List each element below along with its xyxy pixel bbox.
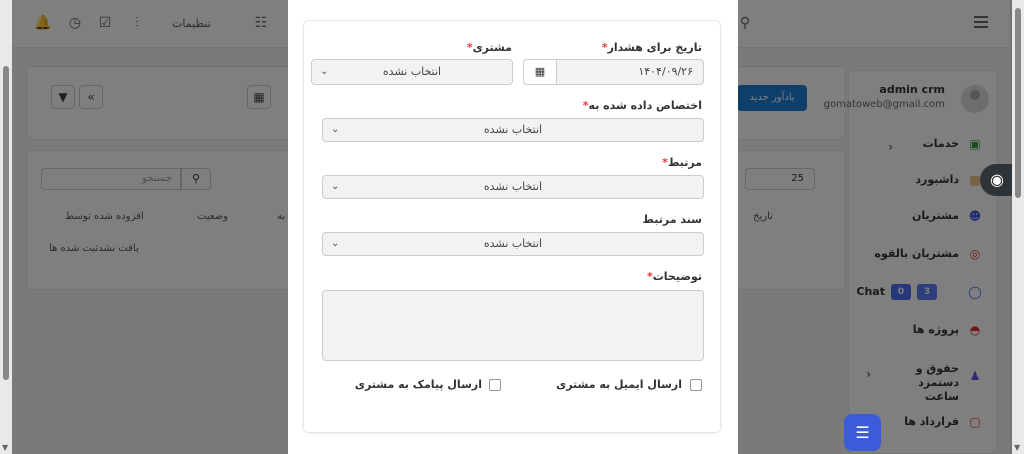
select-value: انتخاب نشده — [483, 123, 543, 136]
left-scrollbar[interactable]: ▼ — [0, 0, 12, 454]
send-sms-label[interactable]: ارسال پیامک به مشتری — [355, 378, 482, 391]
reminder-date-label: *تاریخ برای هشدار — [601, 41, 702, 54]
related-doc-label: سند مرتبط — [642, 213, 702, 226]
chevron-down-icon: ⌄ — [331, 181, 340, 192]
assigned-to-select[interactable]: ⌄ انتخاب نشده — [322, 118, 704, 142]
related-select[interactable]: ⌄ انتخاب نشده — [322, 175, 704, 199]
send-sms-checkbox[interactable] — [489, 379, 501, 391]
reminder-date-input[interactable]: ۱۴۰۴/۰۹/۲۶ — [556, 59, 704, 85]
scroll-down-icon[interactable]: ▼ — [2, 443, 8, 452]
send-email-label[interactable]: ارسال ایمیل به مشتری — [556, 378, 682, 391]
select-value: انتخاب نشده — [483, 180, 543, 193]
customer-label: *مشتری — [466, 41, 512, 54]
description-textarea[interactable] — [322, 290, 704, 361]
right-scrollbar[interactable]: ▼ — [1012, 0, 1024, 454]
chevron-down-icon: ⌄ — [331, 238, 340, 249]
related-doc-select[interactable]: ⌄ انتخاب نشده — [322, 232, 704, 256]
related-label: *مرتبط — [662, 156, 702, 169]
chat-fab-icon[interactable]: ☰ — [844, 414, 881, 451]
assigned-to-label: *اختصاص داده شده به — [582, 99, 702, 112]
reminder-form: *تاریخ برای هشدار *مشتری ۱۴۰۴/۰۹/۲۶ ▦ ⌄ … — [303, 20, 721, 433]
scrollbar-thumb[interactable] — [1015, 8, 1021, 198]
select-value: انتخاب نشده — [483, 237, 543, 250]
calendar-icon[interactable]: ▦ — [523, 59, 557, 85]
select-value: انتخاب نشده — [382, 65, 442, 78]
send-email-checkbox[interactable] — [690, 379, 702, 391]
chevron-down-icon: ⌄ — [320, 66, 329, 77]
customizer-icon[interactable]: ◉ — [980, 164, 1014, 196]
chevron-down-icon: ⌄ — [331, 124, 340, 135]
description-label: *توضیحات — [646, 270, 702, 283]
scrollbar-thumb[interactable] — [3, 66, 9, 380]
scroll-down-icon[interactable]: ▼ — [1014, 443, 1020, 452]
customer-select[interactable]: ⌄ انتخاب نشده — [311, 59, 513, 85]
